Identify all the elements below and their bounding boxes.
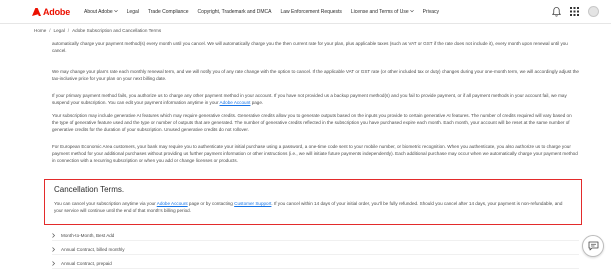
brand-name: Adobe <box>43 6 70 17</box>
payment-method-text: If your primary payment method fails, yo… <box>52 93 567 106</box>
nav-item-label: Copyright, Trademark and DMCA <box>197 8 272 15</box>
cancellation-text-part: You can cancel your subscription anytime… <box>54 201 157 206</box>
nav-item-privacy[interactable]: Privacy <box>423 9 439 15</box>
nav-menu: About Adobe Legal Trade Compliance Copyrigh… <box>84 9 448 15</box>
nav-item-copyright-trademark-and-dmca[interactable]: Copyright, Trademark and DMCA <box>198 9 272 15</box>
breadcrumb: Home / Legal / Adobe Subscription and Ca… <box>34 28 161 33</box>
nav-item-label: Legal <box>126 8 139 15</box>
rate-change-paragraph: We may change your plan's rate each mont… <box>52 69 579 82</box>
nav-item-label: Trade Compliance <box>147 8 189 15</box>
auto-renewal-paragraph: automatically charge your payment method… <box>52 41 568 54</box>
avatar[interactable] <box>588 6 599 17</box>
chat-bubble-icon <box>588 241 598 251</box>
adobe-logo[interactable]: Adobe <box>32 7 70 17</box>
adobe-logo-icon <box>32 7 41 16</box>
payment-method-text-end: page. <box>250 100 264 106</box>
adobe-account-link[interactable]: Adobe Account <box>220 100 251 105</box>
eea-authentication-paragraph: For European Economic Area customers, yo… <box>52 144 578 164</box>
nav-item-label: About Adobe <box>84 8 113 15</box>
accordion-label: Month-to-Month, Best Add <box>61 233 115 238</box>
customer-support-link[interactable]: Customer Support <box>234 201 271 206</box>
bell-icon[interactable] <box>552 6 561 17</box>
nav-item-about-adobe[interactable]: About Adobe <box>84 9 118 15</box>
apps-grid-icon[interactable] <box>570 7 579 16</box>
nav-item-label: License and Terms of Use <box>350 8 409 15</box>
nav-item-legal[interactable]: Legal <box>127 9 139 15</box>
nav-utilities <box>552 6 599 17</box>
generative-credits-paragraph: Your subscription may include generative… <box>52 113 572 133</box>
cancellation-text-part: page or by contacting <box>187 201 235 206</box>
accordion-label: Annual Contract, prepaid <box>61 261 112 266</box>
chevron-right-icon <box>52 247 55 252</box>
chevron-down-icon <box>113 10 118 13</box>
accordion-annual-prepaid[interactable]: Annual Contract, prepaid <box>52 259 579 269</box>
breadcrumb-current-page: Adobe Subscription and Cancellation Term… <box>72 28 162 33</box>
nav-item-trade-compliance[interactable]: Trade Compliance <box>148 9 189 15</box>
nav-item-law-enforcement-requests[interactable]: Law Enforcement Requests <box>280 9 341 15</box>
nav-item-license-and-terms-of-use[interactable]: License and Terms of Use <box>351 9 414 15</box>
chevron-down-icon <box>409 10 414 13</box>
top-navigation: Adobe About Adobe Legal Trade Compliance Co… <box>0 0 611 24</box>
breadcrumb-legal[interactable]: Legal <box>54 28 65 33</box>
nav-item-label: Law Enforcement Requests <box>280 8 342 15</box>
accordion-label: Annual Contract, billed monthly <box>61 247 125 252</box>
payment-method-paragraph: If your primary payment method fails, yo… <box>52 92 579 106</box>
breadcrumb-home[interactable]: Home <box>34 28 46 33</box>
chevron-right-icon <box>52 261 55 266</box>
adobe-account-link[interactable]: Adobe Account <box>157 201 188 206</box>
accordion-month-to-month[interactable]: Month-to-Month, Best Add <box>52 231 579 241</box>
chevron-right-icon <box>52 233 55 238</box>
accordion-annual-monthly[interactable]: Annual Contract, billed monthly <box>52 245 579 255</box>
cancellation-terms-heading: Cancellation Terms. <box>54 185 125 194</box>
chat-support-button[interactable] <box>582 235 604 257</box>
cancellation-terms-section: Cancellation Terms. You can cancel your … <box>44 179 582 225</box>
nav-item-label: Privacy <box>422 8 440 15</box>
breadcrumb-separator: / <box>67 28 70 33</box>
breadcrumb-separator: / <box>49 28 51 33</box>
cancellation-terms-text: You can cancel your subscription anytime… <box>54 200 572 215</box>
